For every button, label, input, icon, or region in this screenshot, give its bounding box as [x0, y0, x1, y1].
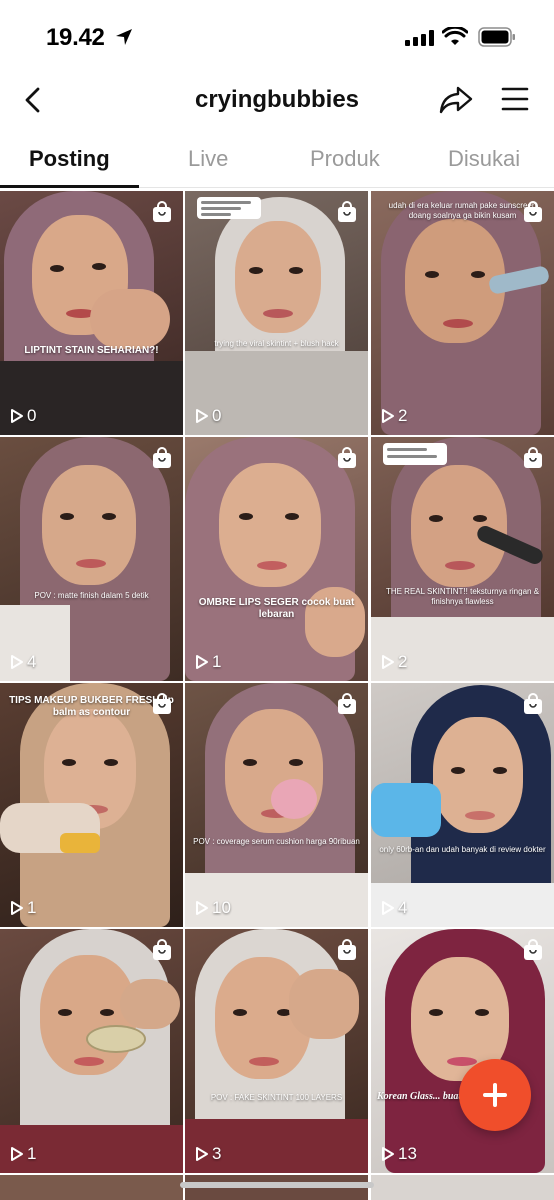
signal-icon: [405, 30, 435, 46]
view-count: 1: [10, 898, 36, 917]
play-icon: [196, 655, 208, 669]
status-time: 19.42: [46, 24, 105, 51]
video-caption: POV : FAKE SKINTINT 100 LAYERS: [210, 1093, 343, 1102]
view-count: 2: [381, 406, 407, 425]
video-caption: POV : coverage serum cushion harga 90rib…: [193, 837, 360, 846]
video-caption: LIPTINT STAIN SEHARIAN?!: [24, 345, 159, 356]
play-icon: [11, 1147, 23, 1161]
view-count: 4: [10, 652, 36, 671]
profile-header: cryingbubbies: [0, 72, 554, 128]
view-count: 2: [381, 652, 407, 671]
play-icon: [196, 409, 208, 423]
video-tile[interactable]: 1: [0, 929, 183, 1173]
video-tile[interactable]: THE REAL SKINTINT!! teksturnya ringan & …: [371, 437, 554, 681]
comment-snippet: [197, 197, 261, 219]
tab-disukai[interactable]: Disukai: [448, 146, 520, 172]
video-tile[interactable]: [371, 1175, 554, 1200]
view-count: 3: [195, 1144, 221, 1163]
shopping-bag-icon: [338, 201, 356, 222]
status-bar: 19.42: [0, 0, 554, 72]
home-indicator[interactable]: [180, 1182, 374, 1188]
create-post-button[interactable]: [459, 1059, 531, 1131]
shopping-bag-icon: [153, 447, 171, 468]
video-tile[interactable]: Korean Glass... buat b... 13: [371, 929, 554, 1173]
view-count: 13: [381, 1144, 417, 1163]
video-tile[interactable]: POV : matte finish dalam 5 detik 4: [0, 437, 183, 681]
shopping-bag-icon: [524, 693, 542, 714]
wifi-icon: [442, 27, 468, 45]
shopping-bag-icon: [153, 201, 171, 222]
video-tile[interactable]: POV : FAKE SKINTINT 100 LAYERS 3: [185, 929, 368, 1173]
tab-posting[interactable]: Posting: [29, 146, 110, 172]
video-tile[interactable]: OMBRE LIPS SEGER cocok buat lebaran 1: [185, 437, 368, 681]
view-count: 4: [381, 898, 407, 917]
shopping-bag-icon: [153, 939, 171, 960]
play-icon: [196, 901, 208, 915]
menu-icon[interactable]: [500, 84, 530, 114]
shopping-bag-icon: [338, 693, 356, 714]
tab-produk[interactable]: Produk: [310, 146, 380, 172]
shopping-bag-icon: [524, 939, 542, 960]
battery-icon: [478, 27, 515, 47]
video-caption: THE REAL SKINTINT!! teksturnya ringan & …: [385, 587, 540, 606]
video-tile[interactable]: udah di era keluar rumah pake sunscreen …: [371, 191, 554, 435]
shopping-bag-icon: [524, 201, 542, 222]
play-icon: [11, 409, 23, 423]
shopping-bag-icon: [338, 447, 356, 468]
shopping-bag-icon: [338, 939, 356, 960]
play-icon: [382, 901, 394, 915]
play-icon: [382, 655, 394, 669]
view-count: 0: [195, 406, 221, 425]
video-caption: trying the viral skintint + blush hack: [214, 339, 339, 348]
video-tile[interactable]: trying the viral skintint + blush hack 0: [185, 191, 368, 435]
view-count: 0: [10, 406, 36, 425]
video-caption: OMBRE LIPS SEGER cocok buat lebaran: [198, 597, 355, 620]
location-arrow-icon: [116, 29, 132, 45]
shopping-bag-icon: [153, 693, 171, 714]
play-icon: [11, 655, 23, 669]
video-tile[interactable]: POV : coverage serum cushion harga 90rib…: [185, 683, 368, 927]
share-icon[interactable]: [438, 82, 474, 116]
view-count: 1: [195, 652, 221, 671]
video-caption: POV : matte finish dalam 5 detik: [34, 591, 149, 600]
play-icon: [382, 409, 394, 423]
play-icon: [382, 1147, 394, 1161]
video-tile[interactable]: only 60rb-an dan udah banyak di review d…: [371, 683, 554, 927]
video-tile[interactable]: TIPS MAKEUP BUKBER FRESH lip balm as con…: [0, 683, 183, 927]
shopping-bag-icon: [524, 447, 542, 468]
active-tab-indicator: [0, 185, 139, 188]
profile-tabs: Posting Live Produk Disukai: [0, 138, 554, 188]
play-icon: [196, 1147, 208, 1161]
view-count: 1: [10, 1144, 36, 1163]
play-icon: [11, 901, 23, 915]
video-caption: only 60rb-an dan udah banyak di review d…: [379, 845, 546, 854]
video-tile[interactable]: LIPTINT STAIN SEHARIAN?! 0: [0, 191, 183, 435]
video-grid: LIPTINT STAIN SEHARIAN?! 0 trying the vi…: [0, 191, 554, 1200]
video-tile[interactable]: [0, 1175, 183, 1200]
tab-live[interactable]: Live: [188, 146, 228, 172]
comment-snippet: [383, 443, 447, 465]
view-count: 10: [195, 898, 231, 917]
